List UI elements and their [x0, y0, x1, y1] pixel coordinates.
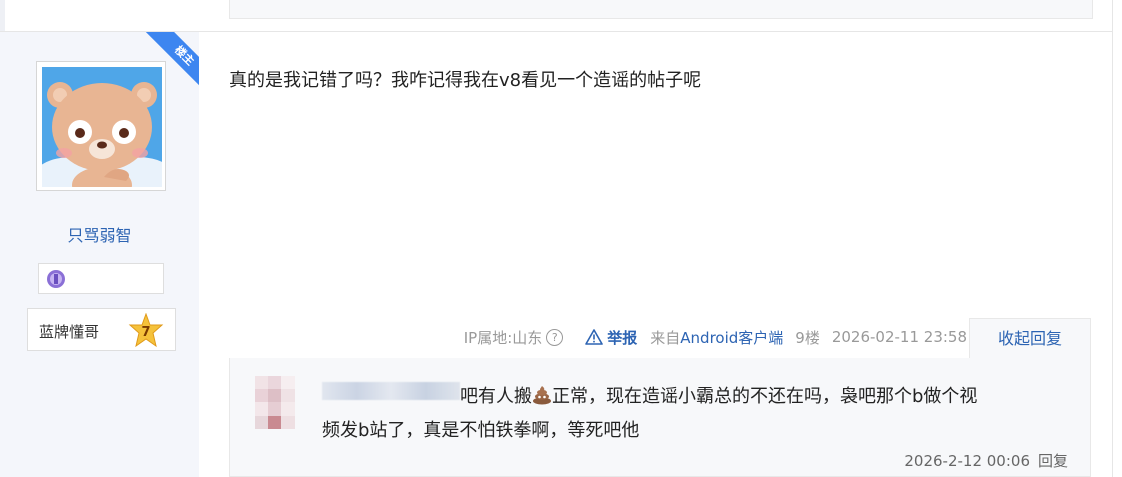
level-number: 7: [141, 325, 150, 340]
level-star-icon: 7: [128, 313, 164, 348]
floor-number: 9楼: [795, 328, 820, 347]
ip-label: IP属地:山东: [463, 328, 543, 347]
from-prefix: 来自: [650, 328, 681, 347]
medal-icon[interactable]: [45, 268, 67, 290]
reply-meta: 2026-2-12 00:06 回复: [904, 450, 1068, 471]
previous-reply-area: [229, 0, 1093, 19]
reply-avatar[interactable]: [255, 376, 295, 436]
report-button[interactable]: 举报: [585, 327, 637, 348]
poop-emoji-icon: [533, 386, 551, 405]
fold-replies-button[interactable]: 收起回复: [969, 318, 1091, 359]
client-source: 来自Android客户端: [650, 327, 783, 348]
post-content: 真的是我记错了吗？我咋记得我在v8看见一个造谣的帖子呢: [229, 70, 702, 91]
reply-time: 2026-2-12 00:06: [904, 452, 1030, 470]
reply-list: 吧有人搬 正常，现在造谣小霸总的不还在吗，袅吧那个b做个视 频发b站了，真是不怕…: [229, 358, 1091, 477]
warning-triangle-icon: [585, 329, 604, 345]
right-border: [1112, 0, 1113, 477]
client-link[interactable]: Android客户端: [680, 329, 783, 347]
bear-avatar-image: [42, 67, 162, 187]
level-badge[interactable]: 蓝牌懂哥 7: [27, 308, 176, 351]
author-name[interactable]: 只骂弱智: [0, 222, 199, 246]
reply-content: 吧有人搬 正常，现在造谣小霸总的不还在吗，袅吧那个b做个视 频发b站了，真是不怕…: [322, 380, 1072, 448]
reply-button[interactable]: 回复: [1038, 452, 1068, 470]
reply-text-rest: 正常，现在造谣小霸总的不还在吗，袅吧那个b做个视: [552, 386, 978, 407]
medal-box: [38, 263, 164, 294]
ip-location: IP属地:山东 ?: [464, 327, 564, 348]
question-circle-icon[interactable]: ?: [546, 328, 564, 346]
post-tail: IP属地:山东 ? 举报 来自Android客户端 9楼 2026-02-11 …: [464, 318, 967, 356]
report-label: 举报: [607, 328, 638, 347]
reply-text-line2: 频发b站了，真是不怕铁拳啊，等死吧他: [322, 420, 640, 441]
avatar[interactable]: [36, 61, 166, 191]
level-name: 蓝牌懂哥: [39, 323, 100, 341]
reply-text-start: 吧有人搬: [460, 386, 532, 407]
post-time: 2026-02-11 23:58: [831, 328, 967, 346]
reply-username-redacted: [322, 382, 460, 400]
